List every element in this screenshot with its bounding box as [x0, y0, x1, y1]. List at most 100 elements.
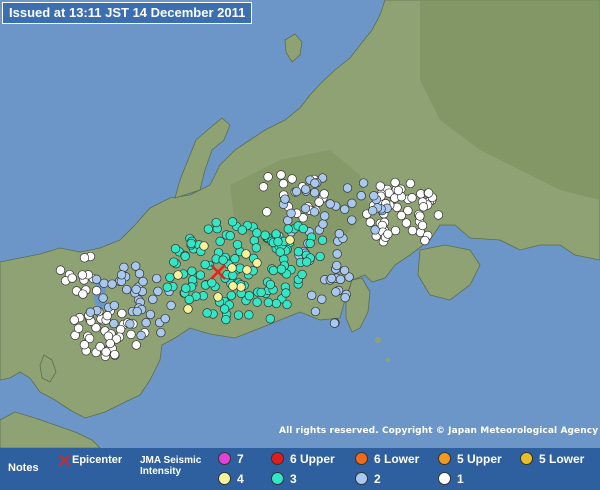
station-marker — [225, 231, 235, 241]
station-marker — [138, 276, 148, 287]
station-marker — [300, 203, 311, 214]
station-marker — [369, 191, 379, 201]
station-marker — [287, 174, 297, 184]
station-marker — [67, 273, 77, 283]
station-marker — [275, 247, 285, 257]
station-marker — [227, 263, 237, 273]
station-marker — [115, 324, 126, 335]
station-marker — [393, 185, 404, 196]
station-marker — [169, 257, 179, 267]
station-marker — [125, 319, 135, 329]
intensity-dot-icon — [271, 452, 284, 465]
station-marker — [244, 291, 254, 301]
station-marker — [186, 238, 196, 249]
legend-item-label: 6 Upper — [290, 452, 335, 466]
station-marker — [156, 327, 166, 338]
station-marker — [340, 292, 350, 303]
station-marker — [368, 206, 378, 216]
station-marker — [423, 188, 434, 198]
legend-item-label: 5 Upper — [457, 452, 502, 466]
station-marker — [218, 255, 228, 265]
station-marker — [282, 299, 292, 310]
legend-item-3: 3 — [271, 472, 297, 486]
station-marker — [317, 235, 328, 245]
station-marker — [69, 315, 79, 325]
station-marker — [226, 290, 236, 301]
legend-item-label: 7 — [237, 452, 244, 466]
izu-island — [375, 337, 381, 343]
station-marker — [340, 204, 350, 214]
legend-item-label: 1 — [457, 472, 464, 486]
epicenter-cross-icon — [58, 454, 71, 467]
station-marker — [98, 293, 108, 303]
station-marker — [141, 318, 151, 328]
station-marker — [101, 347, 111, 357]
station-marker — [187, 266, 197, 276]
station-marker — [91, 286, 102, 296]
intensity-dot-icon — [355, 472, 368, 485]
station-marker — [335, 274, 346, 285]
station-marker — [310, 178, 320, 188]
legend-item-label: 2 — [374, 472, 381, 486]
station-marker — [420, 235, 430, 246]
legend-item-label: 3 — [290, 472, 297, 486]
station-marker — [383, 229, 393, 239]
station-marker — [263, 297, 274, 308]
station-marker — [221, 314, 231, 325]
station-marker — [365, 217, 375, 227]
station-marker — [132, 306, 142, 317]
map-canvas — [0, 0, 600, 449]
station-marker — [286, 208, 296, 218]
station-marker — [276, 264, 287, 274]
station-marker — [107, 279, 117, 289]
station-marker — [268, 265, 279, 276]
station-marker — [285, 235, 295, 245]
station-marker — [145, 309, 156, 320]
station-marker — [241, 249, 251, 259]
station-marker — [332, 249, 342, 259]
jma-intensity-label: JMA Seismic Intensity — [140, 455, 202, 477]
station-marker — [263, 172, 273, 182]
legend-bar: Notes Epicenter JMA Seismic Intensity 7 … — [0, 448, 600, 490]
station-marker — [173, 270, 183, 280]
station-marker — [319, 189, 329, 199]
station-marker — [262, 207, 272, 217]
izu-island — [386, 358, 390, 362]
station-marker — [200, 259, 210, 270]
station-marker — [219, 304, 230, 314]
station-marker — [358, 178, 369, 188]
station-marker — [347, 198, 357, 208]
station-marker — [260, 230, 270, 240]
station-marker — [148, 294, 158, 304]
station-marker — [418, 202, 429, 212]
station-marker — [213, 292, 223, 302]
station-marker — [342, 183, 353, 193]
station-marker — [317, 294, 327, 304]
station-marker — [370, 225, 380, 235]
station-marker — [339, 265, 350, 276]
station-marker — [320, 211, 330, 221]
legend-item-label: 4 — [237, 472, 244, 486]
station-marker — [407, 225, 418, 236]
legend-item-1: 1 — [438, 472, 464, 486]
station-marker — [181, 283, 191, 293]
station-marker — [170, 244, 181, 254]
station-marker — [252, 258, 262, 268]
legend-item-7: 7 — [218, 452, 244, 466]
station-marker — [184, 294, 194, 305]
station-marker — [390, 177, 400, 188]
intensity-dot-icon — [218, 452, 231, 465]
station-marker — [305, 238, 315, 249]
station-marker — [256, 287, 266, 298]
station-marker — [258, 182, 269, 192]
station-marker — [91, 274, 102, 284]
station-marker — [109, 300, 119, 311]
station-marker — [228, 281, 238, 291]
station-marker — [109, 318, 119, 329]
station-marker — [417, 220, 428, 231]
station-marker — [332, 260, 342, 271]
station-marker — [334, 229, 344, 239]
station-marker — [325, 199, 335, 209]
station-marker — [301, 184, 311, 194]
epicenter-label: Epicenter — [72, 454, 123, 466]
